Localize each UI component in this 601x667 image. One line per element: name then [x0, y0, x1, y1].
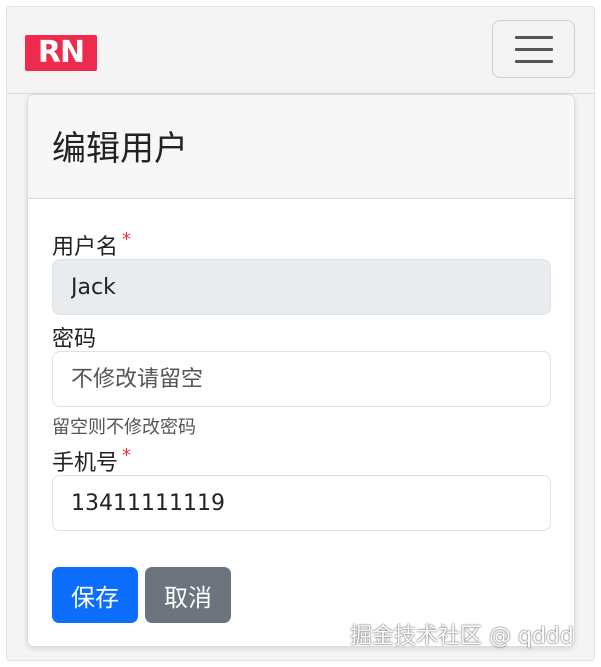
- save-button[interactable]: 保存: [52, 567, 138, 623]
- watermark-text: 掘金技术社区 @ qddd: [350, 624, 574, 649]
- username-input[interactable]: [52, 259, 551, 315]
- phone-label: 手机号 *: [52, 445, 131, 477]
- edit-user-card: 编辑用户 用户名* 密码 留空则不修改密码 手机号* 保存 取消: [27, 94, 575, 647]
- password-help-text: 留空则不修改密码: [52, 417, 196, 438]
- navbar: RN: [7, 7, 594, 93]
- phone-input[interactable]: [52, 475, 551, 531]
- hamburger-menu-icon-bar: [515, 60, 553, 63]
- hamburger-menu-icon: [515, 36, 553, 39]
- page-title: 编辑用户: [52, 129, 188, 169]
- required-mark: *: [122, 445, 132, 466]
- required-mark: *: [122, 229, 132, 250]
- password-input[interactable]: [52, 351, 551, 407]
- card-header: 编辑用户: [28, 95, 574, 199]
- password-label: 密码: [52, 327, 97, 352]
- username-label: 用户名 *: [52, 229, 131, 261]
- brand-logo[interactable]: RN: [25, 35, 97, 71]
- username-label-text: 用户名: [52, 235, 119, 260]
- app-frame: RN 编辑用户 用户名* 密码 留空则不修改密码 手机号* 保存 取消: [6, 6, 595, 661]
- cancel-button[interactable]: 取消: [145, 567, 231, 623]
- phone-label-text: 手机号: [52, 451, 119, 476]
- hamburger-menu-icon-bar: [515, 48, 553, 51]
- navbar-toggler-button[interactable]: [492, 20, 575, 78]
